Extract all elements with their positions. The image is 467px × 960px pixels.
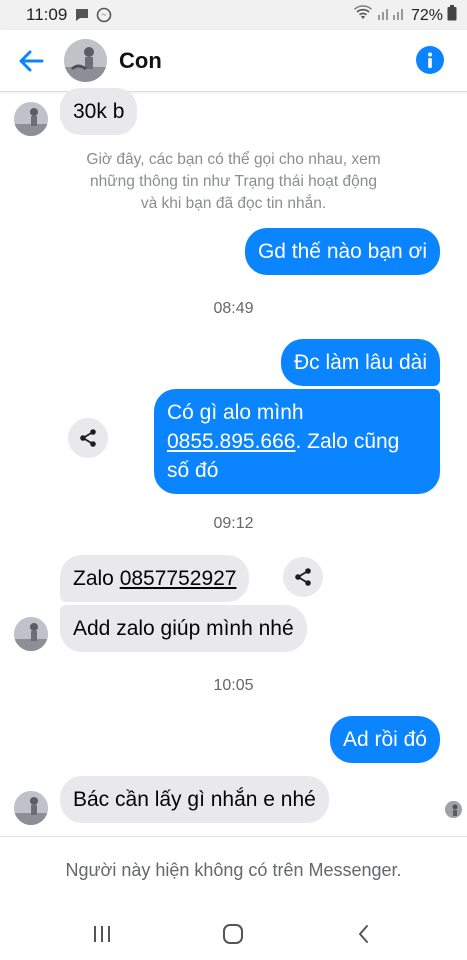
unavailable-notice: Người này hiện không có trên Messenger. — [65, 860, 402, 880]
conversation-header: Con — [0, 30, 467, 92]
message-bubble-incoming[interactable]: Zalo 0857752927 — [60, 555, 250, 602]
battery-icon — [447, 5, 457, 26]
footer-divider — [0, 836, 467, 837]
seen-indicator-avatar — [445, 801, 462, 818]
message-bubble-outgoing[interactable]: Gd thế nào bạn ơi — [244, 228, 440, 275]
phone-link[interactable]: 0857752927 — [120, 567, 237, 590]
chat-notification-icon — [74, 7, 90, 28]
message-bubble-incoming[interactable]: Add zalo giúp mình nhé — [60, 605, 307, 652]
timestamp: 08:49 — [213, 300, 254, 317]
message-bubble-incoming[interactable]: Bác cần lấy gì nhắn e nhé — [60, 776, 329, 823]
sender-avatar[interactable] — [14, 102, 48, 136]
message-bubble-incoming[interactable]: 30k b — [60, 88, 138, 135]
status-time: 11:09 — [26, 5, 68, 24]
info-button[interactable] — [416, 46, 444, 74]
back-nav-button[interactable] — [344, 919, 384, 949]
share-icon — [295, 568, 311, 586]
share-icon — [80, 429, 96, 447]
back-button[interactable] — [14, 44, 48, 78]
timestamp: 09:12 — [213, 515, 254, 532]
contact-name[interactable]: Con — [119, 48, 162, 74]
messenger-notification-icon — [96, 7, 112, 28]
timestamp: 10:05 — [213, 677, 254, 694]
message-bubble-outgoing[interactable]: Ad rồi đó — [329, 716, 440, 763]
share-button[interactable] — [283, 557, 323, 597]
message-bubble-outgoing[interactable]: Đc làm lâu dài — [280, 339, 440, 386]
home-button[interactable] — [213, 919, 253, 949]
wifi-icon — [353, 5, 373, 26]
system-navigation-bar — [0, 905, 467, 960]
back-nav-icon — [359, 925, 368, 943]
message-line: số đó — [167, 459, 219, 482]
recent-apps-icon — [94, 926, 110, 942]
share-button[interactable] — [68, 418, 108, 458]
battery-percent: 72% — [410, 6, 443, 24]
sender-avatar[interactable] — [14, 791, 48, 825]
message-text: Zalo — [73, 567, 120, 590]
message-text: . Zalo cũng — [295, 430, 400, 453]
status-right: 72% — [353, 5, 457, 26]
recent-apps-button[interactable] — [82, 919, 122, 949]
status-bar: 11:09 72% — [0, 0, 467, 30]
notice-line: và khi bạn đã đọc tin nhắn. — [140, 195, 327, 212]
arrow-left-icon — [19, 50, 44, 72]
home-icon — [223, 924, 243, 944]
message-line: Có gì alo mình — [167, 401, 304, 424]
notice-line: Giờ đây, các bạn có thể gọi cho nhau, xe… — [86, 151, 381, 168]
signal-icon — [377, 5, 407, 26]
message-bubble-outgoing[interactable]: Có gì alo mình 0855.895.666. Zalo cũng s… — [154, 389, 440, 494]
messenger-notice: Giờ đây, các bạn có thể gọi cho nhau, xe… — [40, 149, 427, 215]
phone-link[interactable]: 0855.895.666 — [167, 430, 295, 453]
info-icon — [428, 52, 432, 68]
message-line: 0855.895.666. Zalo cũng — [167, 427, 427, 456]
contact-avatar[interactable] — [64, 39, 107, 82]
sender-avatar[interactable] — [14, 617, 48, 651]
notice-line: những thông tin như Trạng thái hoạt động — [89, 173, 378, 190]
